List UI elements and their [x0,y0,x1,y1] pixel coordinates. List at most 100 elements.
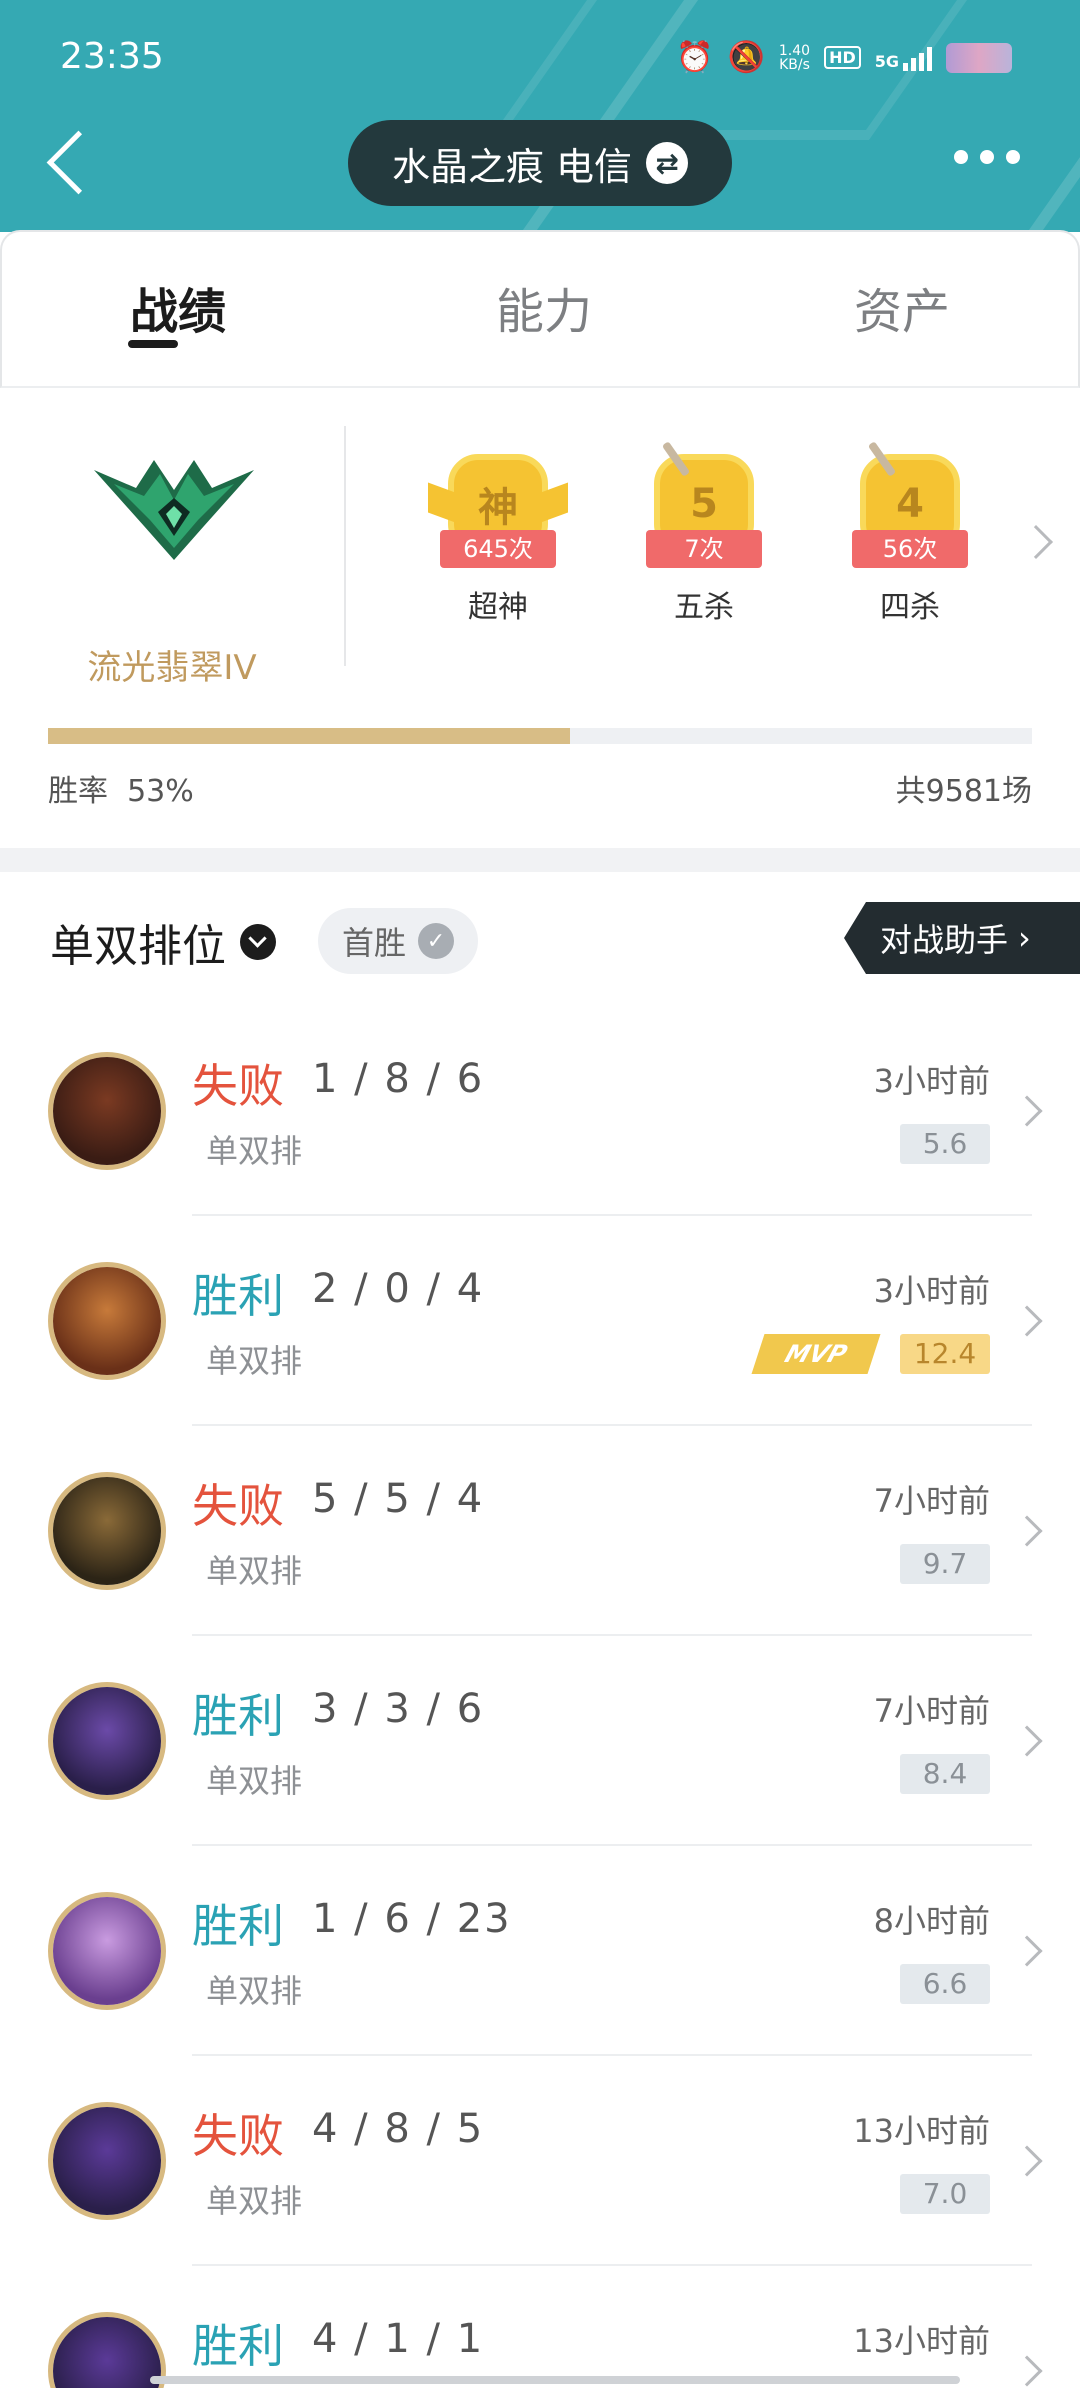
win-rate-fill [48,728,570,744]
status-icons: ⏰ 🔕 1.40 KB/s HD 5G [676,40,1012,75]
match-time-ago: 3小时前 [873,1062,990,1100]
net-speed-unit: KB/s [779,56,810,73]
battle-assistant-button[interactable]: 对战助手 › [844,902,1080,974]
champion-avatar [48,1682,166,1800]
match-queue: 单双排 [206,1552,303,1590]
badge-glyph: 5 [690,481,718,527]
mvp-badge: MVP [751,1334,881,1374]
match-result: 失败 [192,1479,284,1533]
overview-card: 流光翡翠IV 神 645次 超神 5 7次 五杀 4 56次 四杀 胜率 53%… [0,390,1080,850]
match-result: 失败 [192,1059,284,1113]
tab-ability[interactable]: 能力 [496,272,592,342]
match-time-ago: 8小时前 [873,1902,990,1940]
chevron-right-icon [1011,1095,1043,1127]
match-kda: 3 / 3 / 6 [312,1686,485,1732]
more-menu-icon[interactable] [954,150,1020,164]
first-win-button[interactable]: 首胜 ✓ [318,908,479,974]
match-result: 胜利 [192,2319,284,2373]
champion-avatar [48,1262,166,1380]
sword-icon [867,441,897,477]
match-row[interactable]: 胜利 4 / 1 / 1 13小时前 [0,2266,1080,2388]
badge-glyph: 神 [478,485,518,531]
match-row[interactable]: 失败 5 / 5 / 4 单双排 7小时前 9.7 [0,1426,1080,1636]
chevron-right-icon [1011,1935,1043,1967]
total-games: 共9581场 [895,774,1032,809]
quadra-kill-badge[interactable]: 4 56次 四杀 [840,441,980,626]
match-score: 8.4 [900,1754,990,1794]
legendary-badge[interactable]: 神 645次 超神 [428,454,568,626]
match-row[interactable]: 失败 4 / 8 / 5 单双排 13小时前 7.0 [0,2056,1080,2266]
server-switch-button[interactable]: 水晶之痕 电信 ⇄ [348,120,732,206]
rank-emblem-icon [84,440,264,570]
status-bar: 23:35 ⏰ 🔕 1.40 KB/s HD 5G [0,0,1080,120]
divider [344,426,346,666]
match-row[interactable]: 胜利 1 / 6 / 23 单双排 8小时前 6.6 [0,1846,1080,2056]
chevron-right-icon [1011,1515,1043,1547]
match-score: 7.0 [900,2174,990,2214]
chevron-right-icon: › [1018,919,1031,957]
match-result: 胜利 [192,1269,284,1323]
match-time-ago: 7小时前 [873,1482,990,1520]
tab-record[interactable]: 战绩 [130,272,226,342]
match-score: 9.7 [900,1544,990,1584]
first-win-label: 首胜 [342,924,407,962]
chevron-right-icon [1011,1725,1043,1757]
server-name: 水晶之痕 电信 [391,144,633,189]
tab-active-indicator [128,340,178,348]
signal-icon: 5G [875,45,932,71]
match-queue: 单双排 [206,1342,303,1380]
home-indicator [150,2376,960,2384]
check-icon: ✓ [418,923,455,959]
chevron-right-icon[interactable] [1019,525,1053,559]
swap-icon: ⇄ [646,142,689,184]
match-row[interactable]: 胜利 2 / 0 / 4 单双排 3小时前 MVP 12.4 [0,1216,1080,1426]
match-result: 胜利 [192,1899,284,1953]
badge-count: 56次 [852,530,968,568]
match-list: 失败 1 / 8 / 6 单双排 3小时前 5.6 胜利 2 / 0 / 4 单… [0,1006,1080,2388]
match-score: 12.4 [900,1334,990,1374]
tab-assets[interactable]: 资产 [854,272,950,342]
filter-row: 单双排位 首胜 ✓ 对战助手 › [0,872,1080,1008]
alarm-icon: ⏰ [676,40,714,75]
tab-bar: 战绩 能力 资产 [0,230,1080,388]
win-rate: 胜率 53% [48,766,194,810]
badge-glyph: 4 [896,481,924,527]
champion-avatar [48,1892,166,2010]
sword-icon [661,441,691,477]
queue-filter-dropdown[interactable]: 单双排位 [50,910,276,974]
match-score: 5.6 [900,1124,990,1164]
badge-label: 四杀 [880,590,940,625]
net-speed: 1.40 KB/s [779,44,810,72]
match-kda: 1 / 6 / 23 [312,1896,512,1942]
app-header: 23:35 ⏰ 🔕 1.40 KB/s HD 5G 水晶之痕 电信 ⇄ [0,0,1080,232]
section-gap [0,848,1080,872]
match-result: 失败 [192,2109,284,2163]
win-rate-bar [48,728,1032,744]
match-kda: 4 / 1 / 1 [312,2316,485,2362]
win-rate-value: 53% [127,774,194,809]
battery-icon [946,42,1012,73]
assistant-label: 对战助手 [880,921,1009,959]
chevron-down-icon [240,924,276,960]
match-kda: 5 / 5 / 4 [312,1476,485,1522]
match-time-ago: 7小时前 [873,1692,990,1730]
match-queue: 单双排 [206,1762,303,1800]
match-time-ago: 13小时前 [853,2322,990,2360]
chevron-right-icon [1011,1305,1043,1337]
match-kda: 2 / 0 / 4 [312,1266,485,1312]
match-kda: 4 / 8 / 5 [312,2106,485,2152]
match-time-ago: 3小时前 [873,1272,990,1310]
badge-count: 645次 [440,530,556,568]
match-row[interactable]: 失败 1 / 8 / 6 单双排 3小时前 5.6 [0,1006,1080,1216]
penta-kill-badge[interactable]: 5 7次 五杀 [634,441,774,626]
badge-label: 五杀 [674,590,734,625]
champion-avatar [48,1052,166,1170]
back-arrow-icon[interactable] [46,130,86,194]
queue-title: 单双排位 [50,921,226,972]
match-queue: 单双排 [206,1132,303,1170]
champion-avatar [48,2102,166,2220]
match-row[interactable]: 胜利 3 / 3 / 6 单双排 7小时前 8.4 [0,1636,1080,1846]
badge-count: 7次 [646,530,762,568]
win-rate-label: 胜率 [48,774,108,809]
rank-name: 流光翡翠IV [87,648,257,688]
